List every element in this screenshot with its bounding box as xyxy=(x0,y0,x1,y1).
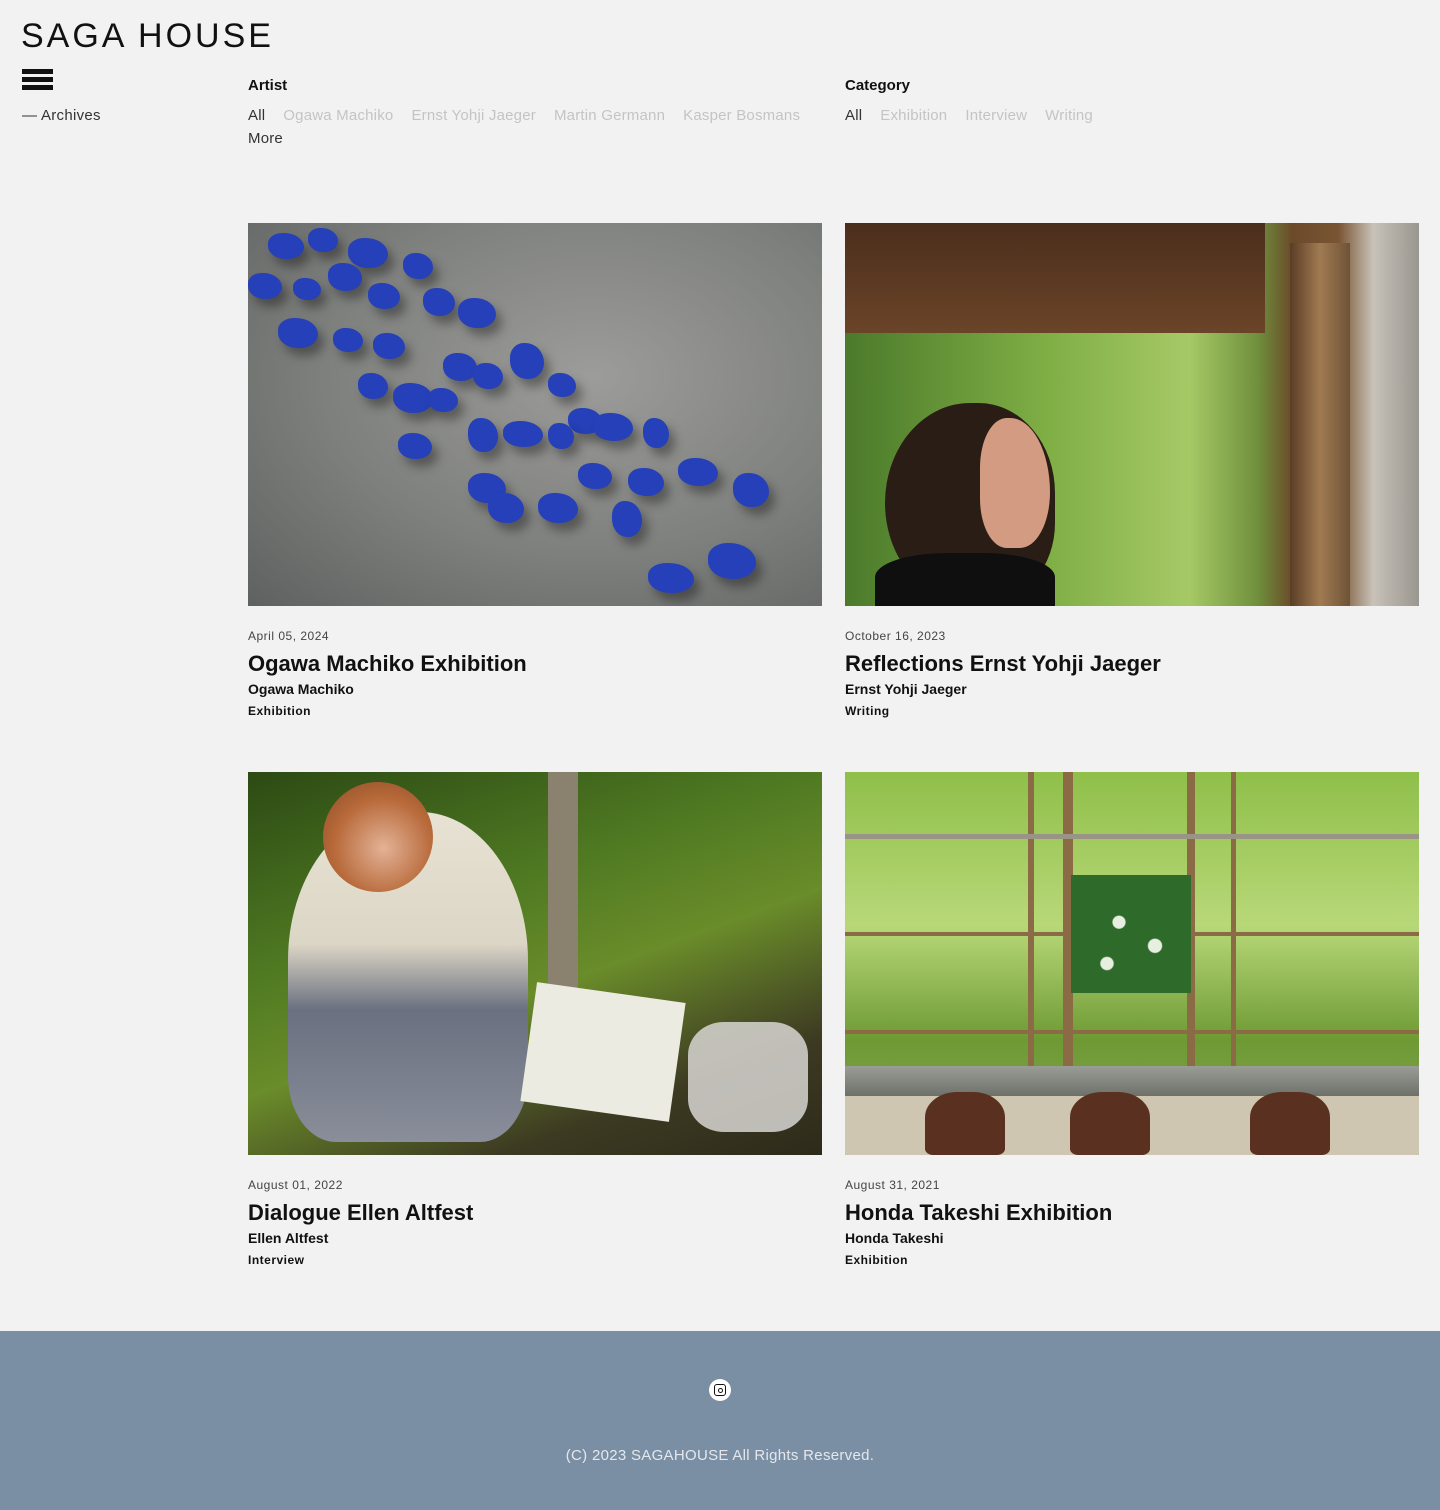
artist-filter-kasper-bosmans[interactable]: Kasper Bosmans xyxy=(683,104,800,127)
post-title[interactable]: Ogawa Machiko Exhibition xyxy=(248,651,822,677)
category-filter: Category All Exhibition Interview Writing xyxy=(845,76,1425,127)
artist-filter-ernst-yohji-jaeger[interactable]: Ernst Yohji Jaeger xyxy=(411,104,536,127)
category-filter-interview[interactable]: Interview xyxy=(965,104,1027,127)
post-date: August 01, 2022 xyxy=(248,1178,343,1192)
artist-filter-more[interactable]: More xyxy=(248,127,283,150)
post-card[interactable]: August 01, 2022 Dialogue Ellen Altfest E… xyxy=(248,772,822,1268)
post-image-woman-painting-forest[interactable] xyxy=(248,772,822,1155)
site-logo[interactable]: SAGA HOUSE xyxy=(21,16,274,56)
post-category: Exhibition xyxy=(248,704,311,718)
artist-filter-all[interactable]: All xyxy=(248,104,265,127)
category-filter-exhibition[interactable]: Exhibition xyxy=(880,104,947,127)
archives-link[interactable]: — Archives xyxy=(22,107,101,124)
copyright-text: (C) 2023 SAGAHOUSE All Rights Reserved. xyxy=(565,1447,875,1464)
post-artist: Ernst Yohji Jaeger xyxy=(845,681,967,697)
post-image-table-window[interactable] xyxy=(845,772,1419,1155)
post-category: Interview xyxy=(248,1253,305,1267)
post-date: October 16, 2023 xyxy=(845,629,946,643)
post-category: Writing xyxy=(845,704,890,718)
post-title[interactable]: Honda Takeshi Exhibition xyxy=(845,1200,1419,1226)
site-footer: (C) 2023 SAGAHOUSE All Rights Reserved. xyxy=(0,1331,1440,1510)
artist-filter-heading: Artist xyxy=(248,77,288,94)
category-filter-writing[interactable]: Writing xyxy=(1045,104,1093,127)
post-artist: Ogawa Machiko xyxy=(248,681,354,697)
post-card[interactable]: April 05, 2024 Ogawa Machiko Exhibition … xyxy=(248,223,822,719)
post-image-man-profile[interactable] xyxy=(845,223,1419,606)
post-artist: Ellen Altfest xyxy=(248,1230,329,1246)
artist-filter-martin-germann[interactable]: Martin Germann xyxy=(554,104,665,127)
post-card[interactable]: August 31, 2021 Honda Takeshi Exhibition… xyxy=(845,772,1419,1268)
artist-filter: Artist All Ogawa Machiko Ernst Yohji Jaege… xyxy=(248,76,828,150)
post-title[interactable]: Reflections Ernst Yohji Jaeger xyxy=(845,651,1419,677)
instagram-icon[interactable] xyxy=(709,1379,731,1401)
category-filter-heading: Category xyxy=(845,77,911,94)
hamburger-menu-icon[interactable] xyxy=(22,69,53,90)
post-date: August 31, 2021 xyxy=(845,1178,940,1192)
post-image-blue-rocks[interactable] xyxy=(248,223,822,606)
post-title[interactable]: Dialogue Ellen Altfest xyxy=(248,1200,822,1226)
post-artist: Honda Takeshi xyxy=(845,1230,944,1246)
category-filter-all[interactable]: All xyxy=(845,104,862,127)
artist-filter-ogawa-machiko[interactable]: Ogawa Machiko xyxy=(283,104,393,127)
post-card[interactable]: October 16, 2023 Reflections Ernst Yohji… xyxy=(845,223,1419,719)
post-category: Exhibition xyxy=(845,1253,908,1267)
post-date: April 05, 2024 xyxy=(248,629,330,643)
